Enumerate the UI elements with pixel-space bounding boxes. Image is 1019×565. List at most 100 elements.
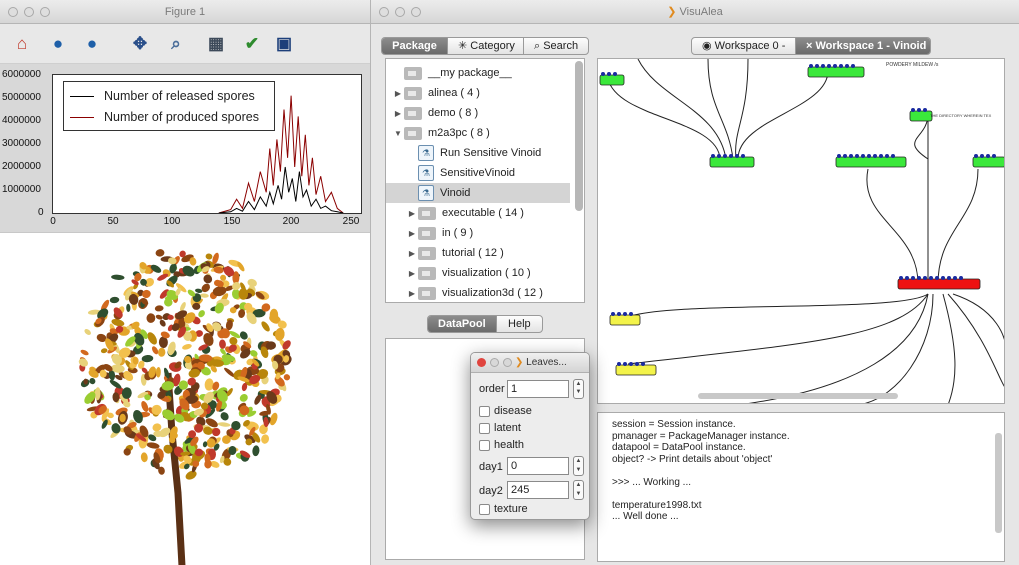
minimize-icon[interactable] [490,358,499,367]
node-port[interactable] [851,64,855,68]
checkbox-box[interactable] [479,405,490,417]
node-port[interactable] [923,276,927,280]
dataflow-canvas[interactable]: POWDERY MILDEW /s THE DIRECTORY WHEREIN … [597,58,1005,404]
node-port[interactable] [891,154,895,158]
node-port[interactable] [855,154,859,158]
tree-item[interactable]: ▶ visualization ( 10 ) [386,263,570,283]
back-icon[interactable]: ● [46,32,70,56]
order-field[interactable]: 1 [507,380,569,398]
shell-scrollbar[interactable] [995,433,1002,533]
tree-item[interactable]: __my package__ [386,63,570,83]
tree-item[interactable]: ▼ m2a3pc ( 8 ) [386,123,570,143]
tree-item[interactable]: ▶ executable ( 14 ) [386,203,570,223]
node-port[interactable] [837,154,841,158]
node-port[interactable] [861,154,865,158]
chevron-right-icon[interactable]: ▶ [392,109,404,118]
texture-checkbox[interactable]: texture [479,503,528,515]
graph-node[interactable] [599,74,625,86]
tree-item[interactable]: ▶ visualization3d ( 12 ) [386,283,570,303]
node-port[interactable] [833,64,837,68]
node-port[interactable] [821,64,825,68]
node-port[interactable] [827,64,831,68]
tab-package[interactable]: Package [382,38,448,54]
tab-category[interactable]: ✳ Category [448,38,524,54]
node-port[interactable] [879,154,883,158]
node-port[interactable] [623,312,627,316]
chevron-right-icon[interactable]: ▶ [406,289,418,298]
zoom-window-icon[interactable] [411,7,421,17]
node-port[interactable] [629,362,633,366]
tab-search[interactable]: ⌕ Search [524,38,588,54]
tab-workspace-1[interactable]: × Workspace 1 - Vinoid [796,38,930,54]
chevron-right-icon[interactable]: ▶ [406,229,418,238]
node-port[interactable] [711,154,715,158]
chevron-right-icon[interactable]: ▶ [406,209,418,218]
node-port[interactable] [953,276,957,280]
node-port[interactable] [929,276,933,280]
node-port[interactable] [729,154,733,158]
health-checkbox[interactable]: health [479,439,524,451]
node-port[interactable] [867,154,871,158]
node-port[interactable] [917,108,921,112]
check-icon[interactable]: ✔ [240,32,264,56]
checkbox-box[interactable] [479,439,490,451]
node-port[interactable] [885,154,889,158]
node-port[interactable] [735,154,739,158]
day1-stepper[interactable]: ▲ ▼ [573,456,584,476]
node-port[interactable] [839,64,843,68]
node-port[interactable] [935,276,939,280]
node-port[interactable] [741,154,745,158]
node-port[interactable] [601,72,605,76]
chevron-right-icon[interactable]: ▶ [406,269,418,278]
tree-item[interactable]: ▶ tutorial ( 12 ) [386,243,570,263]
graph-node[interactable] [897,278,981,290]
node-port[interactable] [941,276,945,280]
node-port[interactable] [980,154,984,158]
node-port[interactable] [843,154,847,158]
day2-stepper[interactable]: ▲ ▼ [573,480,584,500]
node-port[interactable] [613,72,617,76]
pan-icon[interactable]: ✥ [128,32,152,56]
close-icon[interactable] [379,7,389,17]
node-port[interactable] [911,108,915,112]
node-port[interactable] [635,362,639,366]
node-port[interactable] [959,276,963,280]
node-port[interactable] [607,72,611,76]
node-port[interactable] [611,312,615,316]
node-port[interactable] [845,64,849,68]
dataflow-graph[interactable] [598,59,1005,404]
node-port[interactable] [905,276,909,280]
checkbox-box[interactable] [479,422,490,434]
node-port[interactable] [986,154,990,158]
node-port[interactable] [873,154,877,158]
forward-icon[interactable]: ● [80,32,104,56]
chevron-down-icon[interactable]: ▼ [392,129,404,138]
graph-node[interactable] [807,66,865,78]
order-stepper[interactable]: ▲ ▼ [573,379,584,399]
tree-item[interactable]: ⚗ Run Sensitive Vinoid [386,143,570,163]
canvas-hscrollbar[interactable] [698,393,898,399]
3d-tree-view[interactable] [0,232,370,565]
graph-node[interactable] [972,156,1005,168]
minimize-icon[interactable] [24,7,34,17]
node-port[interactable] [629,312,633,316]
node-port[interactable] [617,312,621,316]
tree-item[interactable]: ▶ in ( 9 ) [386,223,570,243]
save-icon[interactable]: ▣ [272,32,296,56]
node-port[interactable] [911,276,915,280]
node-port[interactable] [617,362,621,366]
graph-node[interactable] [909,110,933,122]
node-port[interactable] [809,64,813,68]
day2-field[interactable]: 245 [507,481,569,499]
node-port[interactable] [917,276,921,280]
node-port[interactable] [992,154,996,158]
node-port[interactable] [974,154,978,158]
tree-item[interactable]: ⚗ Vinoid [386,183,570,203]
day1-field[interactable]: 0 [507,457,569,475]
chevron-right-icon[interactable]: ▶ [392,89,404,98]
disease-checkbox[interactable]: disease [479,405,532,417]
subplots-icon[interactable]: ▦ [204,32,228,56]
tree-item[interactable]: ⚗ SensitiveVinoid [386,163,570,183]
node-port[interactable] [717,154,721,158]
python-shell[interactable]: session = Session instance. pmanager = P… [597,412,1005,562]
